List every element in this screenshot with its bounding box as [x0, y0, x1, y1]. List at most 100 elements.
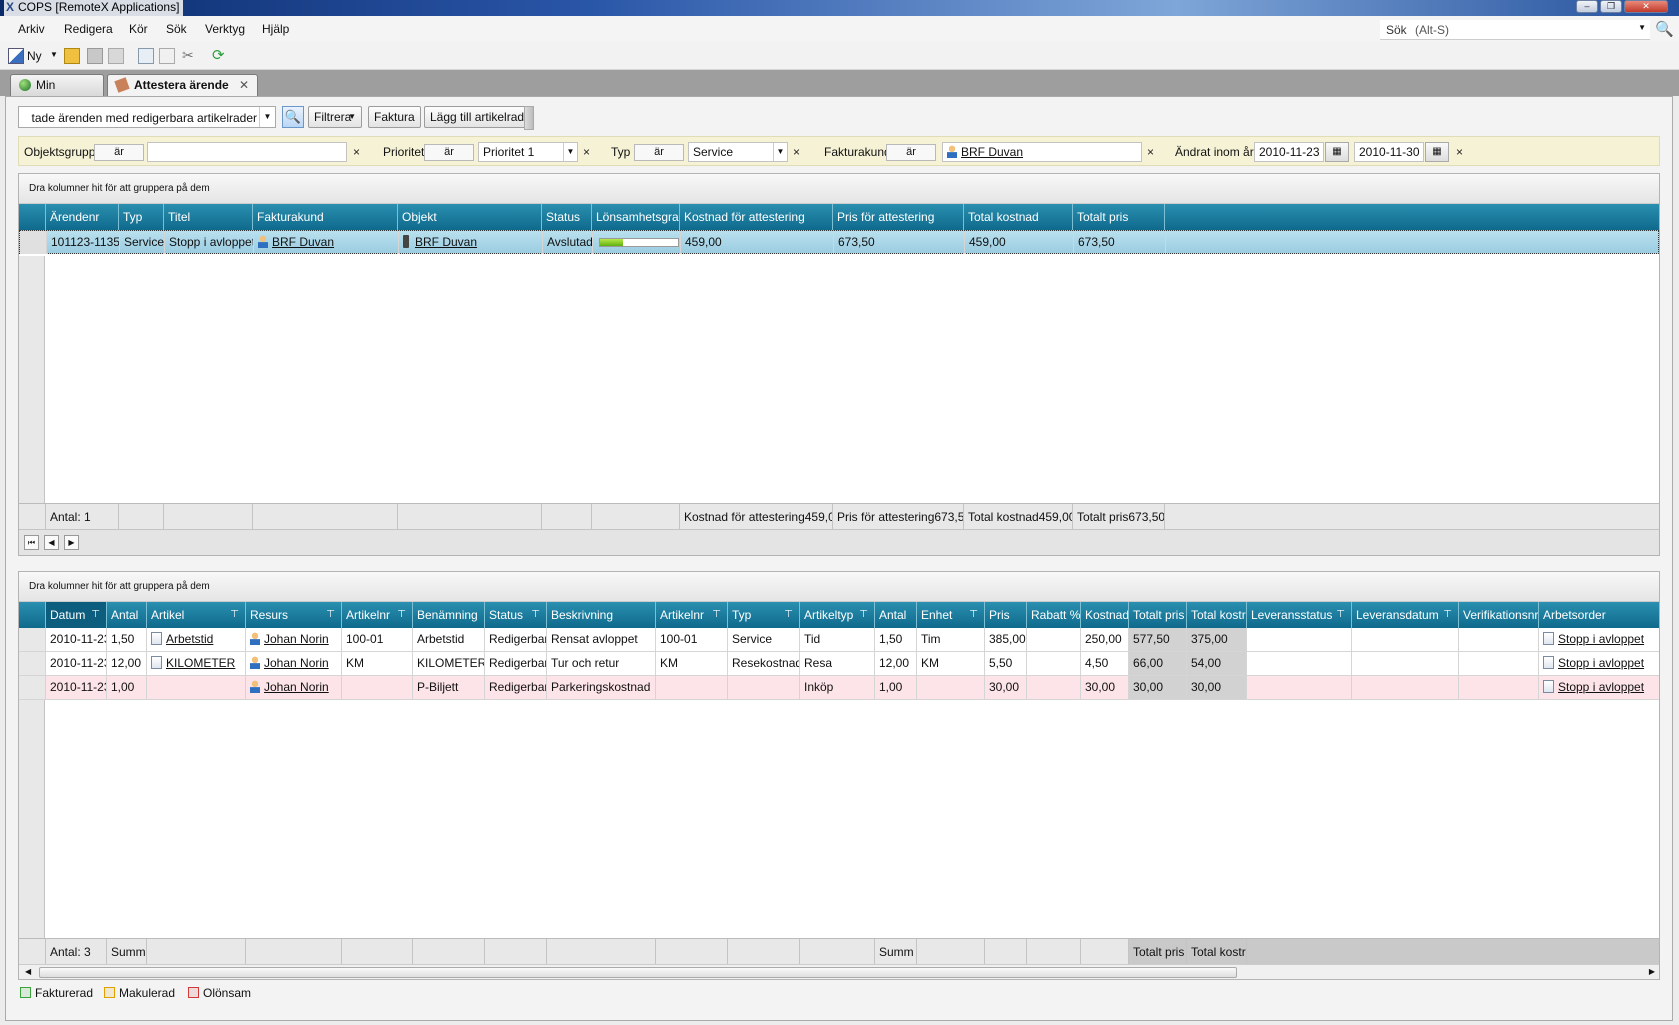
tab-min-oversikt[interactable]: Min översikt: [10, 74, 104, 112]
col-benamning[interactable]: Benämning: [413, 602, 485, 628]
cell-typ[interactable]: Resekostnad: [728, 652, 800, 675]
cell-objekt[interactable]: BRF Duvan: [399, 231, 543, 254]
cell-pris[interactable]: 385,00: [985, 628, 1027, 651]
cell-typ[interactable]: [728, 676, 800, 699]
col-titel[interactable]: Titel: [164, 204, 253, 230]
cell-antal2[interactable]: 12,00: [875, 652, 917, 675]
cell-titel[interactable]: Stopp i avloppet: [165, 231, 254, 254]
toolbar-grip[interactable]: [524, 106, 534, 130]
col-typ-2[interactable]: Typ ⊤: [728, 602, 800, 628]
col-status[interactable]: Status: [542, 204, 592, 230]
next-page-icon[interactable]: ▶: [64, 535, 79, 550]
cell-status[interactable]: Redigerbar: [485, 676, 547, 699]
col-beskrivning[interactable]: Beskrivning: [547, 602, 656, 628]
cell-datum[interactable]: 2010-11-23: [46, 652, 107, 675]
cell-artikelnr[interactable]: 100-01: [342, 628, 413, 651]
col-pris-attest[interactable]: Pris för attestering: [833, 204, 964, 230]
cell-kostnad[interactable]: 4,50: [1081, 652, 1129, 675]
table-row[interactable]: 2010-11-23 1,50 Arbetstid Johan Norin 100-01…: [19, 628, 1659, 652]
cell-enhet[interactable]: KM: [917, 652, 985, 675]
typ-dropdown-icon[interactable]: ▼: [773, 143, 787, 161]
filter-op-typ[interactable]: är: [634, 144, 684, 161]
new-icon[interactable]: [8, 48, 24, 64]
group-by-panel-2[interactable]: Dra kolumner hit för att gruppera på dem: [19, 572, 1659, 602]
cell-total-kostnad[interactable]: 54,00: [1187, 652, 1247, 675]
close-window-button[interactable]: ✕: [1624, 0, 1668, 13]
filter-op-prioritet[interactable]: är: [424, 144, 474, 161]
cell-pris[interactable]: 5,50: [985, 652, 1027, 675]
cell-typ[interactable]: Service: [728, 628, 800, 651]
menu-redigera[interactable]: Redigera: [64, 22, 113, 36]
cell-kostnad-attest[interactable]: 459,00: [681, 231, 834, 254]
invoice-button[interactable]: Faktura: [368, 106, 421, 128]
cell-lev-status[interactable]: [1247, 652, 1352, 675]
col-artikel[interactable]: Artikel ⊤: [147, 602, 246, 628]
menu-kor[interactable]: Kör: [129, 22, 148, 36]
menu-arkiv[interactable]: Arkiv: [18, 22, 45, 36]
col-total-kostnad[interactable]: Total kostnad: [964, 204, 1073, 230]
col-antal[interactable]: Antal: [107, 602, 147, 628]
tab-attestera-arende[interactable]: Attestera ärende ✕: [107, 74, 258, 96]
table-row[interactable]: 2010-11-23 12,00 KILOMETER Johan Norin KM KIL…: [19, 652, 1659, 676]
menu-hjalp[interactable]: Hjälp: [262, 22, 289, 36]
cell-resurs[interactable]: Johan Norin: [246, 628, 342, 651]
col-kostnad[interactable]: Kostnad: [1081, 602, 1129, 628]
cell-artikelnr[interactable]: [342, 676, 413, 699]
cell-beskrivning[interactable]: Parkeringskostnad: [547, 676, 656, 699]
cell-totalt-pris[interactable]: 577,50: [1129, 628, 1187, 651]
cell-rabatt[interactable]: [1027, 628, 1081, 651]
filter-status-icon[interactable]: ⊤: [531, 602, 540, 628]
filter-leveransdatum-icon[interactable]: ⊤: [1443, 602, 1452, 628]
cell-resurs[interactable]: Johan Norin: [246, 652, 342, 675]
tools-icon[interactable]: ✂: [182, 48, 198, 64]
clear-fakturakund-icon[interactable]: ×: [1147, 145, 1154, 159]
filter-input-fakturakund[interactable]: BRF Duvan: [942, 142, 1142, 162]
clear-objektsgrupp-icon[interactable]: ×: [353, 145, 360, 159]
col-leveransdatum[interactable]: Leveransdatum ⊤: [1352, 602, 1459, 628]
cell-pris[interactable]: 30,00: [985, 676, 1027, 699]
col-resurs[interactable]: Resurs ⊤: [246, 602, 342, 628]
cell-total-kostnad[interactable]: 375,00: [1187, 628, 1247, 651]
cell-rabatt[interactable]: [1027, 652, 1081, 675]
filter-artikelnr-icon[interactable]: ⊤: [397, 602, 406, 628]
col-typ[interactable]: Typ: [119, 204, 164, 230]
cell-beskrivning[interactable]: Rensat avloppet: [547, 628, 656, 651]
col-status-2[interactable]: Status ⊤: [485, 602, 547, 628]
date-from-input[interactable]: 2010-11-23: [1254, 142, 1324, 162]
filter-datum-icon[interactable]: ⊤: [91, 602, 100, 628]
cell-enhet[interactable]: [917, 676, 985, 699]
cell-artikeltyp[interactable]: Tid: [800, 628, 875, 651]
filter-artikelnr2-icon[interactable]: ⊤: [712, 602, 721, 628]
cell-fakturakund[interactable]: BRF Duvan: [254, 231, 399, 254]
search-icon[interactable]: 🔍: [1655, 20, 1674, 38]
col-artikelnr-2[interactable]: Artikelnr ⊤: [656, 602, 728, 628]
cell-antal2[interactable]: 1,50: [875, 628, 917, 651]
col-totalt-pris-2[interactable]: Totalt pris: [1129, 602, 1187, 628]
cell-datum[interactable]: 2010-11-23: [46, 628, 107, 651]
search-run-button[interactable]: 🔍: [282, 106, 304, 128]
table-row[interactable]: 101123-1135 Service Stopp i avloppet BRF…: [19, 230, 1659, 254]
col-enhet[interactable]: Enhet ⊤: [917, 602, 985, 628]
query-select[interactable]: slutade ärenden med redigerbara artikelr…: [18, 106, 276, 128]
cell-status[interactable]: Redigerbar: [485, 652, 547, 675]
cell-lev-status[interactable]: [1247, 676, 1352, 699]
cell-artikel[interactable]: [147, 676, 246, 699]
new-button[interactable]: Ny: [27, 49, 42, 63]
cell-verif[interactable]: [1459, 676, 1539, 699]
refresh-icon[interactable]: ⟳: [212, 48, 228, 64]
clear-typ-icon[interactable]: ×: [793, 145, 800, 159]
cell-antal2[interactable]: 1,00: [875, 676, 917, 699]
cell-enhet[interactable]: Tim: [917, 628, 985, 651]
cell-artikeltyp[interactable]: Inköp: [800, 676, 875, 699]
cell-verif[interactable]: [1459, 652, 1539, 675]
filter-op-objektsgrupp[interactable]: är: [94, 144, 144, 161]
cell-kostnad[interactable]: 250,00: [1081, 628, 1129, 651]
table-row[interactable]: 2010-11-23 1,00 Johan Norin P-Biljett Redige…: [19, 676, 1659, 700]
cell-datum[interactable]: 2010-11-23: [46, 676, 107, 699]
cell-arendenr[interactable]: 101123-1135: [47, 231, 120, 254]
filter-select-prioritet[interactable]: Prioritet 1 ▼: [478, 142, 578, 162]
minimize-button[interactable]: –: [1576, 0, 1598, 13]
cell-pris-attest[interactable]: 673,50: [834, 231, 965, 254]
new-dropdown-icon[interactable]: ▼: [50, 50, 58, 59]
add-article-row-button[interactable]: Lägg till artikelrad: [424, 106, 531, 128]
